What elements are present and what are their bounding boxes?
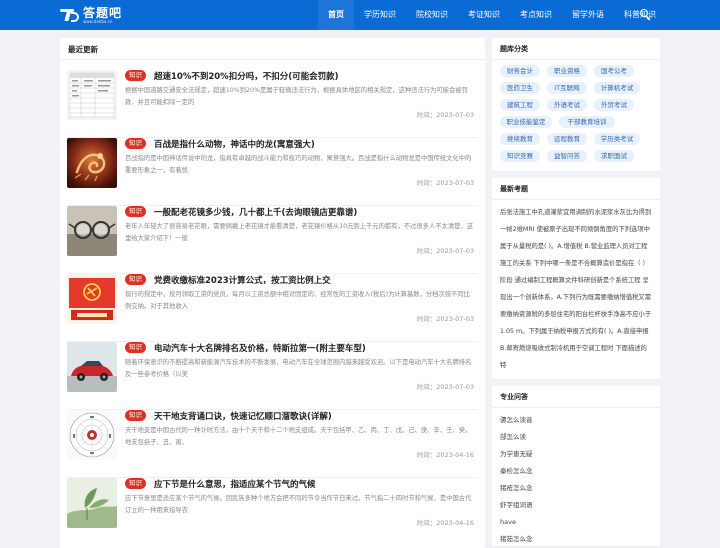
qa-link[interactable]: have: [500, 514, 650, 531]
category-pill[interactable]: 外贸考试: [594, 99, 634, 111]
category-pill[interactable]: 建筑工程: [500, 99, 540, 111]
category-pill[interactable]: 知识竞赛: [500, 150, 540, 162]
article-thumbnail[interactable]: [67, 138, 117, 188]
article-time: 时间：2023-07-03: [416, 383, 474, 391]
latest-questions-text[interactable]: 后张法施工中孔道灌浆宜用调制的水泥浆水灰比为得到一帧2维MRI 使被原子出现不同…: [500, 204, 652, 374]
qa-link[interactable]: 骡怎么读音: [500, 412, 650, 429]
article-item[interactable]: 知识 党费收缴标准2023计算公式，按工资比例上交 现行的规定中，按月领取工资的…: [67, 274, 478, 342]
search-icon[interactable]: [640, 9, 652, 21]
article-time: 时间：2023-04-16: [416, 451, 474, 459]
logo-text: 答题吧: [83, 5, 123, 20]
article-summary: 天干地支是中国古代的一种计时方法，由十个天干和十二个地支组成。天干包括甲、乙、丙…: [125, 427, 472, 446]
article-time: 时间：2023-04-16: [416, 519, 474, 527]
article-item[interactable]: 知识 应下节是什么意思，指适应某个节气的气候 应下节意思是适应某个节气的气候。因…: [67, 478, 478, 546]
article-summary: 根据中国道路交通安全法规定，超速10%到20%是属于轻微违法行为，根据具体地区的…: [125, 87, 468, 106]
article-title[interactable]: 应下节是什么意思，指适应某个节气的气候: [154, 478, 316, 490]
main-nav: 首页 学历知识 院校知识 考证知识 考点知识 留学外语 科普知识: [318, 0, 666, 30]
article-item[interactable]: 知识 一般配老花镜多少钱，几十都上千(去询眼镜店更靠谱) 老年人年轻大了很容易老…: [67, 206, 478, 274]
panel-title: 题库分类: [500, 45, 528, 53]
article-title[interactable]: 超速10%不到20%扣分吗，不扣分(可能会罚款): [154, 70, 338, 82]
article-item[interactable]: 知识 电动汽车十大名牌排名及价格，特斯拉第一(附主要车型) 随着环保意识的不断提…: [67, 342, 478, 410]
tag-badge[interactable]: 知识: [125, 410, 146, 421]
article-summary: 现行的规定中，按月领取工资的党员，每月以工资总额中相对固定的、经常性的工资收入(…: [125, 291, 470, 310]
latest-questions-panel: 最新考题 后张法施工中孔道灌浆宜用调制的水泥浆水灰比为得到一帧2维MRI 使被原…: [492, 178, 660, 379]
tag-badge[interactable]: 知识: [125, 274, 146, 285]
article-summary: 老年人年轻大了很容易老花眼，需要佩戴上老花镜才能看清楚，老花镜价格从10元到上千…: [125, 223, 474, 242]
article-time: 时间：2023-07-03: [416, 247, 474, 255]
category-pill[interactable]: 益智问答: [547, 150, 587, 162]
nav-item-colleges[interactable]: 院校知识: [406, 0, 458, 30]
article-title[interactable]: 一般配老花镜多少钱，几十都上千(去询眼镜店更靠谱): [154, 206, 357, 218]
article-summary: 应下节意思是适应某个节气的气候。因民族多种个地方会把不同的节令当作节日来过。节气…: [125, 495, 472, 514]
article-time: 时间：2023-07-03: [416, 111, 474, 119]
logo-subtext: www.datiba.cn: [83, 18, 113, 24]
article-time: 时间：2023-07-03: [416, 315, 474, 323]
article-item[interactable]: 知识 天干地支背诵口诀，快速记忆顺口溜歌诀(详解) 天干地支是中国古代的一种计时…: [67, 410, 478, 478]
category-pill[interactable]: 财务会计: [500, 65, 540, 77]
article-title[interactable]: 电动汽车十大名牌排名及价格，特斯拉第一(附主要车型): [154, 342, 366, 354]
panel-title: 专业问答: [500, 393, 528, 401]
panel-title: 最新考题: [500, 185, 528, 193]
article-item[interactable]: 知识 超速10%不到20%扣分吗，不扣分(可能会罚款) 根据中国道路交通安全法规…: [67, 70, 478, 138]
category-pill[interactable]: 医药卫生: [500, 82, 540, 94]
article-title[interactable]: 天干地支背诵口诀，快速记忆顺口溜歌诀(详解): [154, 410, 332, 422]
article-time: 时间：2023-07-03: [416, 179, 474, 187]
nav-item-home[interactable]: 首页: [318, 0, 354, 30]
panel-title: 最近更新: [68, 45, 98, 54]
article-thumbnail[interactable]: [67, 70, 117, 120]
article-summary: 百战指的是中国神话传说中的龙，指具有卓越的战斗能力和技巧的动物，寓意强大。百战是…: [125, 155, 472, 174]
category-pill[interactable]: 学历类考试: [594, 133, 640, 145]
category-pill[interactable]: 继续教育: [500, 133, 540, 145]
article-item[interactable]: 知识 百战是指什么动物，神话中的龙(寓意强大) 百战指的是中国神话传说中的龙，指…: [67, 138, 478, 206]
divider: [492, 59, 660, 60]
article-summary: 随着环保意识的不断提高和新能源汽车技术的不断发展，电动汽车在全球范围内越来越受欢…: [125, 359, 472, 378]
qa-list: 骡怎么读音 郜怎么读 为学患无疑 秦检怎么念 猪疮怎么念 虾字组词语 have …: [500, 412, 650, 548]
qa-link[interactable]: 猪疮怎么念: [500, 480, 650, 497]
qa-panel: 专业问答 骡怎么读音 郜怎么读 为学患无疑 秦检怎么念 猪疮怎么念 虾字组词语 …: [492, 386, 660, 546]
category-pill[interactable]: 干部教育培训: [559, 116, 615, 128]
qa-link[interactable]: 为学患无疑: [500, 446, 650, 463]
top-navbar: 答题吧 www.datiba.cn 首页 学历知识 院校知识 考证知识 考点知识…: [0, 0, 720, 30]
divider: [60, 59, 485, 60]
category-pill[interactable]: 远程教育: [547, 133, 587, 145]
category-pill[interactable]: 外语考试: [547, 99, 587, 111]
article-thumbnail[interactable]: [67, 274, 117, 324]
qa-link[interactable]: 虾字组词语: [500, 497, 650, 514]
qa-link[interactable]: 秦检怎么念: [500, 463, 650, 480]
nav-item-exam-points[interactable]: 考点知识: [510, 0, 562, 30]
article-thumbnail[interactable]: [67, 410, 117, 460]
category-pill[interactable]: 求职面试: [594, 150, 634, 162]
tag-badge[interactable]: 知识: [125, 138, 146, 149]
category-pill[interactable]: IT互联网: [547, 82, 587, 94]
tag-badge[interactable]: 知识: [125, 342, 146, 353]
tag-badge[interactable]: 知识: [125, 206, 146, 217]
category-pill[interactable]: 国考公考: [594, 65, 634, 77]
categories-panel: 题库分类 财务会计 职业资格 国考公考 医药卫生 IT互联网 计算机考试 建筑工…: [492, 38, 660, 171]
article-thumbnail[interactable]: [67, 206, 117, 256]
site-logo[interactable]: 答题吧 www.datiba.cn: [60, 6, 122, 24]
category-pill[interactable]: 职业资格: [547, 65, 587, 77]
nav-item-education[interactable]: 学历知识: [354, 0, 406, 30]
tag-badge[interactable]: 知识: [125, 478, 146, 489]
qa-link[interactable]: 郜怎么读: [500, 429, 650, 446]
tag-badge[interactable]: 知识: [125, 70, 146, 81]
logo-icon: [60, 7, 80, 23]
nav-item-study-abroad[interactable]: 留学外语: [562, 0, 614, 30]
divider: [492, 407, 660, 408]
recent-updates-panel: 最近更新 知识 超速10%不到20%扣分吗，不扣分(可能会罚款) 根据中国道路交…: [60, 38, 485, 548]
category-pill[interactable]: 职业技能鉴定: [500, 116, 552, 128]
category-pill[interactable]: 计算机考试: [594, 82, 640, 94]
article-title[interactable]: 党费收缴标准2023计算公式，按工资比例上交: [154, 274, 331, 286]
article-thumbnail[interactable]: [67, 478, 117, 528]
nav-item-certificates[interactable]: 考证知识: [458, 0, 510, 30]
article-thumbnail[interactable]: [67, 342, 117, 392]
divider: [492, 199, 660, 200]
article-title[interactable]: 百战是指什么动物，神话中的龙(寓意强大): [154, 138, 315, 150]
